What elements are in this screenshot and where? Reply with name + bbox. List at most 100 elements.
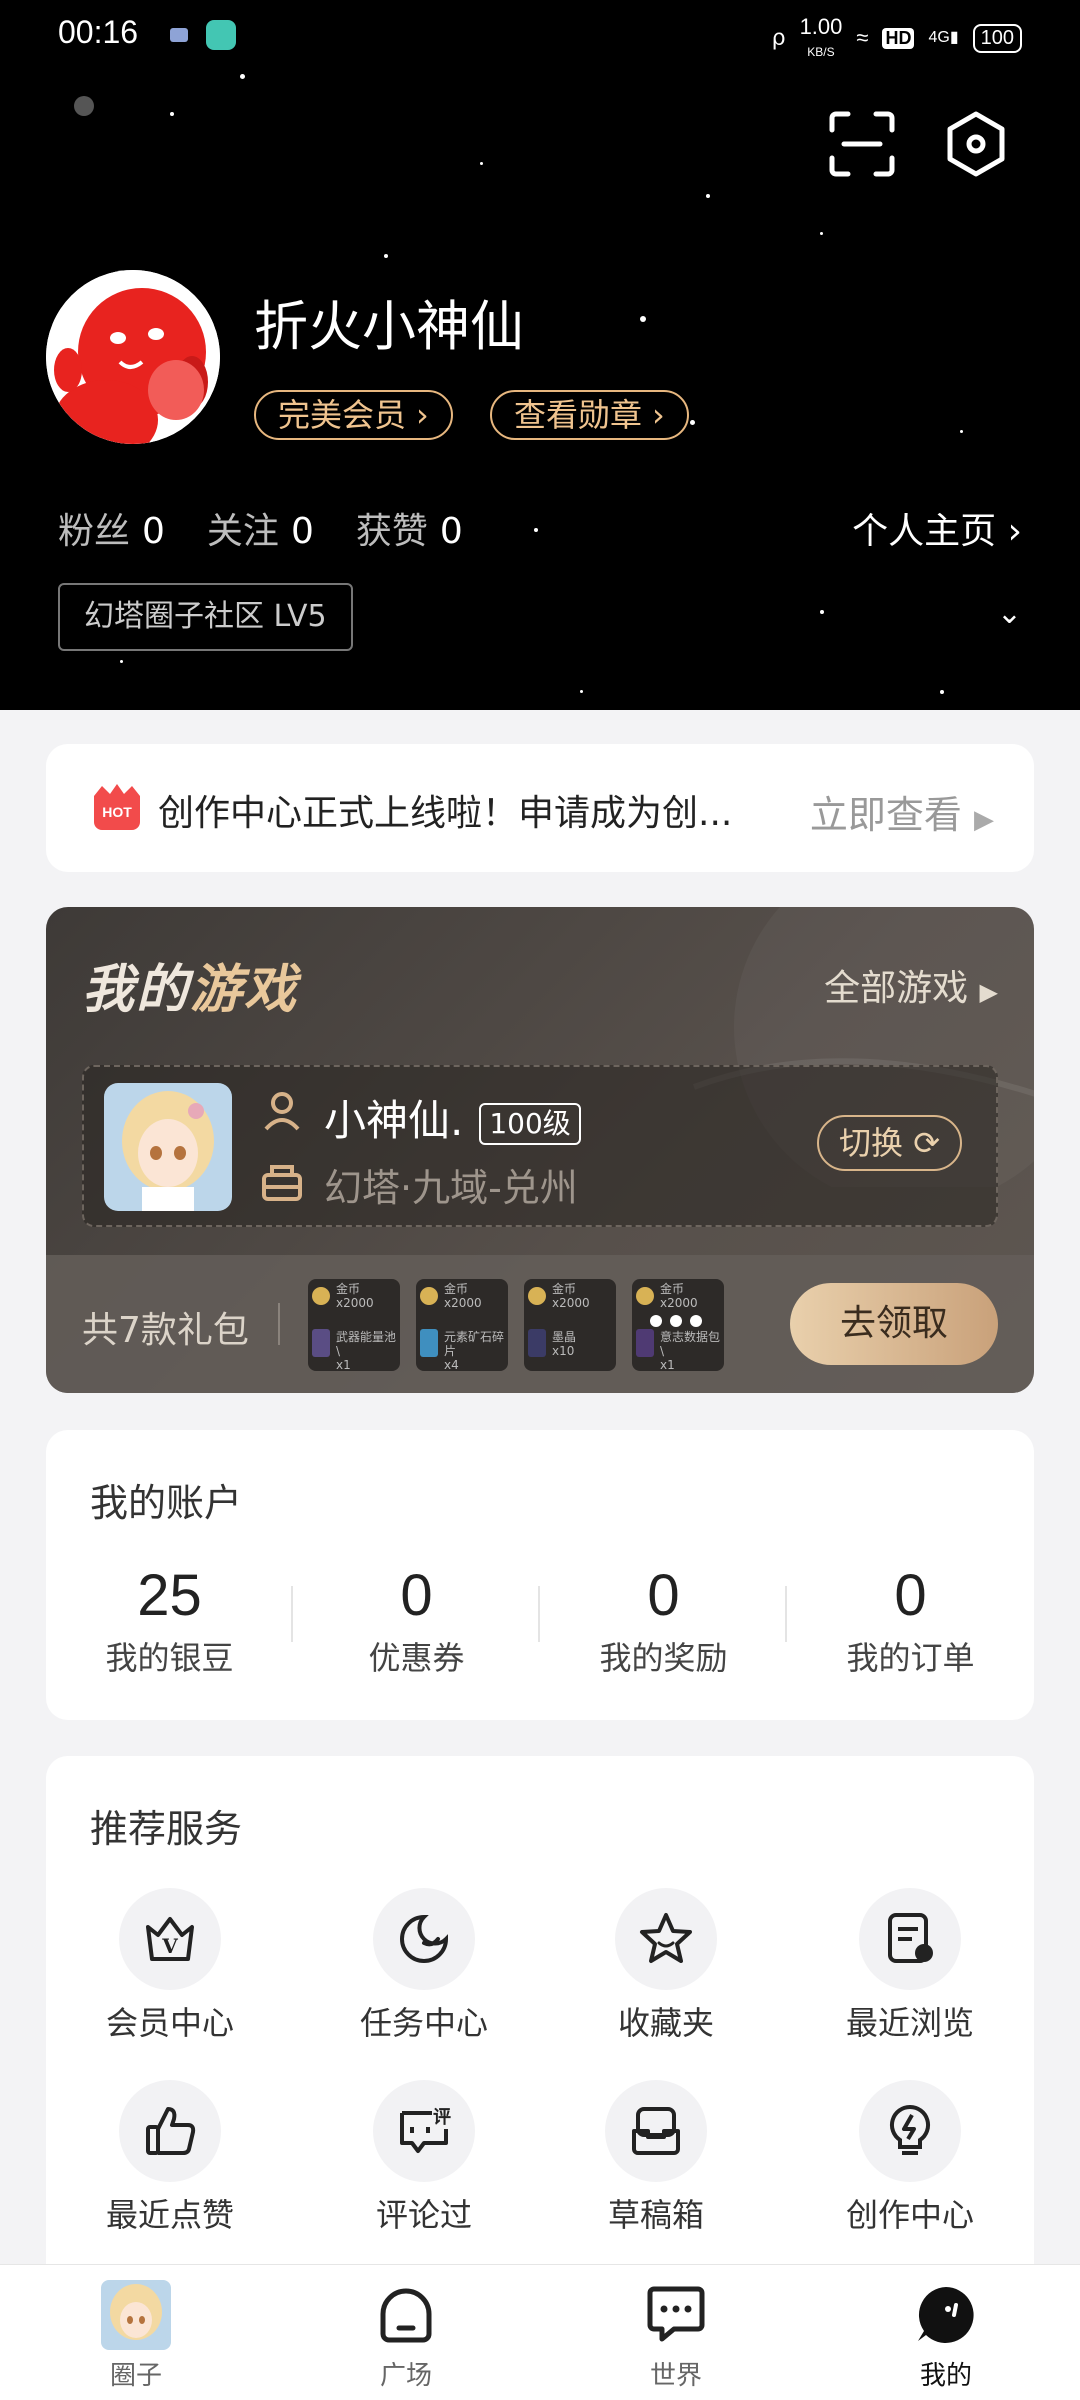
draft-box-icon — [605, 2080, 707, 2182]
net-speed: 1.00 KB/S — [799, 14, 843, 59]
community-level-tag[interactable]: 幻塔圈子社区 LV5 — [58, 583, 353, 651]
star-decoration — [240, 74, 245, 79]
star-decoration — [940, 690, 944, 694]
status-bar: 00:16 ⍴ 1.00 KB/S ≈ HD 4G▮ 100 — [0, 0, 1080, 70]
star-decoration — [170, 112, 174, 116]
account-item-orders[interactable]: 0 我的订单 — [787, 1562, 1034, 1679]
task-icon — [373, 1888, 475, 1990]
coin-icon — [312, 1287, 330, 1305]
expand-chevron-icon[interactable]: ⌄ — [997, 596, 1022, 631]
server-icon — [262, 1165, 302, 1201]
hot-flame-icon: HOT — [94, 784, 140, 830]
star-decoration — [534, 528, 538, 532]
star-decoration — [820, 610, 824, 614]
service-vip-center[interactable]: V 会员中心 — [70, 1888, 270, 2044]
coin-icon — [528, 1287, 546, 1305]
services-title: 推荐服务 — [90, 1807, 243, 1851]
history-icon — [859, 1888, 961, 1990]
star-decoration — [74, 96, 94, 116]
account-item-silver-beans[interactable]: 25 我的银豆 — [46, 1562, 293, 1679]
star-decoration — [580, 690, 583, 693]
settings-icon[interactable] — [940, 108, 1012, 180]
nfc-icon: ⍴ — [771, 25, 786, 50]
switch-character-button[interactable]: 切换 ⟳ — [817, 1115, 962, 1171]
triangle-right-icon: ▶ — [979, 978, 998, 1006]
gift-pack-thumbnail[interactable]: 金币 x2000 元素矿石碎片 x4 — [416, 1279, 508, 1371]
service-recent-views[interactable]: 最近浏览 — [810, 1888, 1010, 2044]
account-item-rewards[interactable]: 0 我的奖励 — [540, 1562, 787, 1679]
stat-following[interactable]: 关注 0 — [207, 502, 314, 554]
service-recent-likes[interactable]: 最近点赞 — [70, 2080, 270, 2236]
thumb-up-icon — [119, 2080, 221, 2182]
svg-text:HOT: HOT — [102, 804, 132, 820]
coin-icon — [420, 1287, 438, 1305]
item-icon — [420, 1329, 438, 1357]
view-now-link[interactable]: 立即查看 ▶ — [810, 784, 994, 839]
gift-pack-thumbnail[interactable]: 金币 x2000 意志数据包\ x1 — [632, 1279, 724, 1371]
avatar-mascot-image — [46, 270, 220, 444]
tab-square[interactable]: 广场 — [326, 2279, 486, 2392]
star-icon — [615, 1888, 717, 1990]
service-drafts[interactable]: 草稿箱 — [556, 2080, 756, 2236]
refresh-icon: ⟳ — [913, 1124, 940, 1162]
game-server: 幻塔·九域-兑州 — [324, 1166, 578, 1210]
mine-active-icon — [910, 2279, 982, 2351]
level-badge: 100级 — [479, 1102, 581, 1145]
member-button[interactable]: 完美会员 › — [254, 390, 453, 440]
scan-icon[interactable] — [826, 108, 898, 180]
star-decoration — [640, 316, 646, 322]
all-games-link[interactable]: 全部游戏 ▶ — [824, 959, 998, 1011]
more-dots-icon — [650, 1315, 702, 1327]
service-commented[interactable]: 评 评论过 — [324, 2080, 524, 2236]
service-task-center[interactable]: 任务中心 — [324, 1888, 524, 2044]
star-decoration — [820, 232, 823, 235]
tab-world[interactable]: 世界 — [596, 2279, 756, 2392]
account-item-coupons[interactable]: 0 优惠券 — [293, 1562, 540, 1679]
my-account-card: 我的账户 25 我的银豆 0 优惠券 0 我的奖励 0 我的订单 — [46, 1430, 1034, 1720]
game-thumbnail — [104, 1083, 232, 1211]
divider — [278, 1303, 280, 1345]
item-icon — [528, 1329, 546, 1357]
announcement-banner[interactable]: HOT 创作中心正式上线啦！申请成为创... 立即查看 ▶ — [46, 744, 1034, 872]
bottom-tab-bar: 圈子 广场 世界 我的 — [0, 2264, 1080, 2400]
star-decoration — [690, 420, 695, 425]
view-badges-button[interactable]: 查看勋章 › — [490, 390, 689, 440]
home-icon — [370, 2279, 442, 2351]
claim-gifts-button[interactable]: 去领取 — [790, 1283, 998, 1365]
battery-icon: 100 — [972, 23, 1022, 53]
chevron-right-icon: › — [996, 511, 1022, 552]
person-icon — [264, 1092, 300, 1131]
item-icon — [636, 1329, 654, 1357]
star-decoration — [960, 430, 963, 433]
hd-icon: HD — [882, 27, 915, 49]
notification-app-icon — [170, 28, 188, 42]
notification-app-icon — [206, 20, 236, 50]
chevron-right-icon: › — [652, 396, 665, 434]
star-decoration — [120, 660, 123, 663]
my-games-title: 我的游戏 — [82, 960, 299, 1020]
circle-avatar-icon — [100, 2279, 172, 2351]
status-time: 00:16 — [58, 14, 139, 50]
service-creation-center[interactable]: 创作中心 — [810, 2080, 1010, 2236]
game-character-box[interactable]: 小神仙. 100级 幻塔·九域-兑州 切换 ⟳ — [82, 1065, 998, 1227]
star-decoration — [480, 162, 483, 165]
tab-mine[interactable]: 我的 — [866, 2279, 1026, 2392]
user-avatar[interactable] — [46, 270, 220, 444]
stat-followers[interactable]: 粉丝 0 — [58, 502, 165, 554]
svg-text:评: 评 — [433, 2107, 451, 2128]
stat-likes[interactable]: 获赞 0 — [356, 502, 463, 554]
recommended-services-card: 推荐服务 V 会员中心 任务中心 收藏夹 最近浏览 最近点赞 评 评论过 草稿箱… — [46, 1756, 1034, 2266]
tab-circle[interactable]: 圈子 — [56, 2279, 216, 2392]
service-favorites[interactable]: 收藏夹 — [566, 1888, 766, 2044]
triangle-right-icon: ▶ — [974, 805, 994, 835]
account-title: 我的账户 — [90, 1481, 243, 1525]
my-games-card: 我的游戏 全部游戏 ▶ 小神仙. 100级 幻塔·九域-兑州 切换 ⟳ 共7款礼… — [46, 907, 1034, 1393]
gift-pack-bar: 共7款礼包 金币 x2000 武器能量池\ x1 金币 x2000 元素矿石碎片 x4 … — [46, 1255, 1034, 1393]
gift-count: 共7款礼包 — [82, 1310, 249, 1351]
gift-pack-thumbnail[interactable]: 金币 x2000 武器能量池\ x1 — [308, 1279, 400, 1371]
vip-crown-icon: V — [119, 1888, 221, 1990]
personal-homepage-link[interactable]: 个人主页 › — [852, 502, 1022, 554]
gift-pack-thumbnail[interactable]: 金币 x2000 墨晶 x10 — [524, 1279, 616, 1371]
coin-icon — [636, 1287, 654, 1305]
chat-bubble-icon — [640, 2279, 712, 2351]
